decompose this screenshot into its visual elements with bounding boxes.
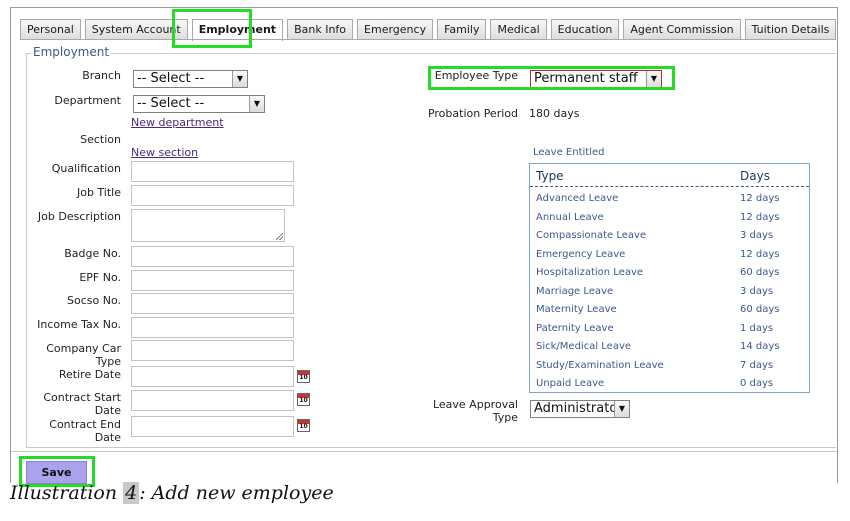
section-title: Employment	[31, 45, 112, 59]
job-description-label: Job Description	[37, 210, 121, 223]
table-row: Marriage Leave 3 days	[536, 285, 774, 297]
tab-divider	[20, 39, 836, 40]
contract-start-date-input[interactable]	[131, 390, 294, 411]
leave-approval-type-label-line2: Type	[492, 411, 518, 424]
leave-approval-type-label: Leave Approval Type	[420, 398, 518, 424]
contract-end-date-label: Contract End Date	[49, 418, 121, 444]
tab-family[interactable]: Family	[437, 19, 487, 40]
contract-start-date-label-line1: Contract Start	[43, 391, 121, 404]
contract-end-date-input[interactable]	[131, 416, 294, 437]
chevron-down-icon: ▼	[614, 401, 629, 417]
tab-agent-commission[interactable]: Agent Commission	[623, 19, 741, 40]
tab-tuition-details[interactable]: Tuition Details	[744, 19, 837, 40]
caption-suffix: : Add new employee	[139, 482, 334, 504]
branch-select-value: -- Select --	[137, 71, 205, 86]
probation-period-value: 180 days	[529, 107, 580, 120]
tab-education[interactable]: Education	[550, 19, 620, 40]
contract-start-date-label: Contract Start Date	[30, 391, 121, 417]
calendar-icon[interactable]: 10	[297, 370, 310, 383]
tab-bar: Personal System Account Employment Bank …	[20, 19, 840, 41]
chevron-down-icon: ▼	[646, 71, 661, 87]
new-section-link[interactable]: New section	[131, 146, 198, 159]
epf-no-input[interactable]	[131, 270, 294, 291]
company-car-type-label-line1: Company Car	[46, 342, 121, 355]
badge-no-input[interactable]	[131, 246, 294, 267]
save-button[interactable]: Save	[26, 461, 87, 484]
table-row: Advanced Leave 12 days	[536, 193, 780, 204]
job-description-textarea[interactable]	[131, 209, 285, 242]
branch-label: Branch	[82, 69, 121, 82]
chevron-down-icon: ▼	[249, 96, 264, 112]
table-row: Annual Leave 12 days	[536, 211, 780, 223]
retire-date-label: Retire Date	[58, 368, 121, 381]
socso-no-input[interactable]	[131, 293, 294, 314]
tab-system-account[interactable]: System Account	[84, 19, 188, 40]
employee-type-label: Employee Type	[434, 69, 518, 82]
tab-employment[interactable]: Employment	[191, 19, 284, 41]
epf-no-label: EPF No.	[79, 271, 121, 284]
table-row: Paternity Leave 1 days	[536, 322, 774, 334]
column-header-days: Days	[740, 169, 770, 183]
contract-start-date-label-line2: Date	[94, 404, 121, 417]
table-row: Emergency Leave 12 days	[536, 248, 780, 260]
table-row: Maternity Leave 60 days	[536, 304, 780, 315]
tab-bank-info[interactable]: Bank Info	[287, 19, 354, 40]
company-car-type-label-line2: Type	[95, 355, 121, 368]
company-car-type-input[interactable]	[131, 340, 294, 361]
job-title-input[interactable]	[131, 185, 294, 206]
income-tax-no-label: Income Tax No.	[37, 318, 121, 331]
section-label: Section	[80, 133, 121, 146]
qualification-input[interactable]	[131, 161, 294, 182]
calendar-icon[interactable]: 10	[297, 419, 310, 432]
caption-number: 4	[123, 482, 140, 504]
form-actions-bar	[11, 451, 837, 483]
leave-table-header: Type Days	[530, 164, 809, 187]
caption-prefix: Illustration	[10, 482, 124, 504]
job-title-label: Job Title	[76, 186, 121, 199]
leave-entitled-title: Leave Entitled	[533, 147, 605, 158]
probation-period-label: Probation Period	[427, 107, 518, 120]
table-row: Compassionate Leave 3 days	[536, 230, 774, 241]
department-select-value: -- Select --	[137, 96, 205, 111]
tab-emergency[interactable]: Emergency	[357, 19, 434, 40]
tab-medical[interactable]: Medical	[490, 19, 547, 40]
department-label: Department	[54, 94, 121, 107]
department-select[interactable]: -- Select -- ▼	[133, 95, 265, 113]
employee-type-select-value: Permanent staff	[534, 71, 638, 86]
calendar-icon[interactable]: 10	[297, 393, 310, 406]
table-row: Hospitalization Leave 60 days	[536, 267, 780, 278]
figure-caption: Illustration 4: Add new employee	[10, 482, 334, 504]
socso-no-label: Socso No.	[67, 294, 121, 307]
column-header-type: Type	[536, 169, 564, 183]
qualification-label: Qualification	[51, 162, 121, 175]
retire-date-input[interactable]	[131, 366, 294, 387]
branch-select[interactable]: -- Select -- ▼	[133, 70, 248, 88]
new-department-link[interactable]: New department	[131, 116, 224, 129]
table-row: Unpaid Leave 0 days	[536, 378, 774, 389]
resize-grip-icon[interactable]	[276, 233, 283, 240]
leave-approval-type-select[interactable]: Administrator ▼	[530, 400, 630, 418]
badge-no-label: Badge No.	[64, 247, 121, 260]
chevron-down-icon: ▼	[232, 71, 247, 87]
employee-type-select[interactable]: Permanent staff ▼	[530, 70, 662, 88]
leave-approval-type-select-value: Administrator	[534, 401, 623, 416]
table-row: Study/Examination Leave 7 days	[536, 359, 774, 371]
leave-approval-type-label-line1: Leave Approval	[432, 398, 518, 411]
table-row: Sick/Medical Leave 14 days	[536, 341, 780, 352]
leave-entitled-table: Type Days Advanced Leave 12 days Annual L…	[529, 163, 810, 393]
company-car-type-label: Company Car Type	[30, 342, 121, 368]
income-tax-no-input[interactable]	[131, 317, 294, 338]
tab-personal[interactable]: Personal	[20, 19, 81, 40]
